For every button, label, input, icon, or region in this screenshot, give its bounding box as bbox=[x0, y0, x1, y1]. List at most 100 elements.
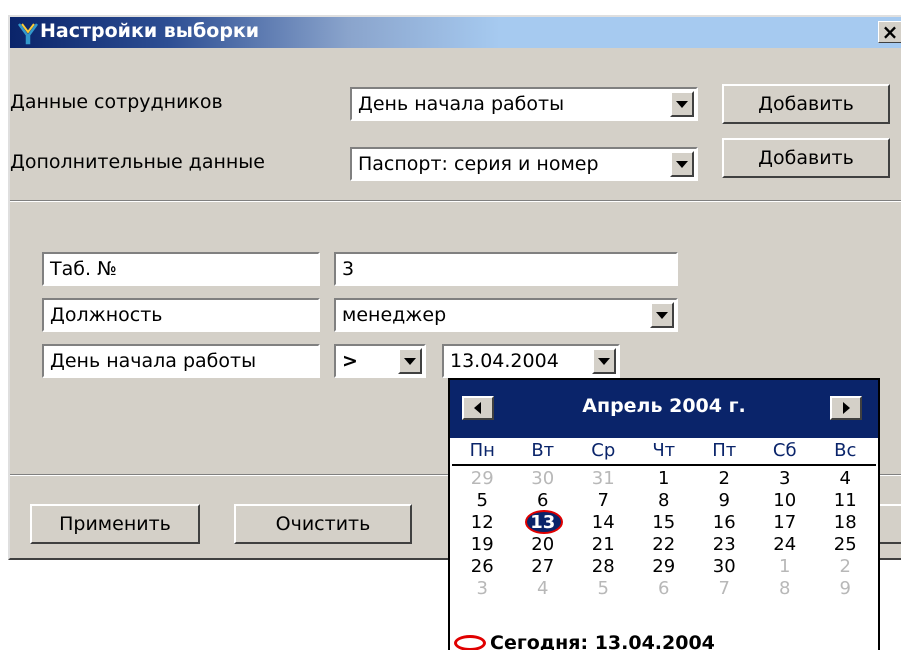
clear-button[interactable]: Очистить bbox=[234, 504, 412, 544]
calendar-day[interactable]: 15 bbox=[634, 512, 695, 534]
separator bbox=[10, 200, 901, 202]
start-day-label: День начала работы bbox=[42, 344, 320, 378]
weekday-label: Вт bbox=[531, 440, 555, 461]
apply-button[interactable]: Применить bbox=[30, 504, 200, 544]
employee-data-select[interactable]: День начала работы bbox=[350, 87, 698, 121]
operator-value: > bbox=[342, 350, 358, 372]
calendar-day[interactable]: 7 bbox=[573, 490, 634, 512]
calendar-month-title: Апрель 2004 г. bbox=[582, 395, 746, 417]
calendar-dropdown: Апрель 2004 г. Пн Вт Ср Чт Пт Сб Вс 29 30 31 1 2 3 4 5… bbox=[448, 378, 880, 650]
calendar-day[interactable]: 30 bbox=[694, 556, 755, 578]
calendar-day[interactable]: 2 bbox=[694, 468, 755, 490]
next-month-icon[interactable] bbox=[830, 396, 862, 420]
calendar-day[interactable]: 22 bbox=[634, 534, 695, 556]
chevron-down-icon[interactable] bbox=[592, 348, 616, 374]
calendar-day-outside[interactable]: 29 bbox=[452, 468, 513, 490]
calendar-day[interactable]: 25 bbox=[815, 534, 876, 556]
background-strip bbox=[0, 0, 901, 14]
calendar-day-outside[interactable]: 3 bbox=[452, 578, 513, 600]
calendar-day[interactable]: 6 bbox=[513, 490, 574, 512]
calendar-day[interactable]: 19 bbox=[452, 534, 513, 556]
position-value: менеджер bbox=[342, 304, 447, 326]
calendar-day[interactable]: 29 bbox=[634, 556, 695, 578]
today-link[interactable]: Сегодня: 13.04.2004 bbox=[454, 632, 715, 650]
calendar-week: 19 20 21 22 23 24 25 bbox=[452, 534, 876, 556]
chevron-down-icon[interactable] bbox=[650, 302, 674, 328]
add-extra-data-button[interactable]: Добавить bbox=[722, 138, 890, 178]
calendar-day-outside[interactable]: 31 bbox=[573, 468, 634, 490]
chevron-down-icon[interactable] bbox=[670, 151, 694, 177]
calendar-day[interactable]: 17 bbox=[755, 512, 816, 534]
calendar-day[interactable]: 27 bbox=[513, 556, 574, 578]
add-employee-data-button[interactable]: Добавить bbox=[722, 84, 890, 124]
extra-data-value: Паспорт: серия и номер bbox=[358, 153, 599, 175]
calendar-grid: Пн Вт Ср Чт Пт Сб Вс 29 30 31 1 2 3 4 5 6 7 8 9 10 11 12 13 14 1… bbox=[452, 440, 876, 600]
calendar-day[interactable]: 28 bbox=[573, 556, 634, 578]
chevron-down-icon[interactable] bbox=[670, 91, 694, 117]
calendar-day[interactable]: 20 bbox=[513, 534, 574, 556]
calendar-day-outside[interactable]: 4 bbox=[513, 578, 574, 600]
add-button-label: Добавить bbox=[758, 147, 854, 169]
position-select[interactable]: менеджер bbox=[334, 298, 678, 332]
position-label: Должность bbox=[42, 298, 320, 332]
calendar-day[interactable]: 26 bbox=[452, 556, 513, 578]
tab-no-input[interactable]: 3 bbox=[334, 252, 678, 286]
calendar-day[interactable]: 21 bbox=[573, 534, 634, 556]
calendar-header: Апрель 2004 г. bbox=[450, 380, 878, 438]
calendar-day-outside[interactable]: 9 bbox=[815, 578, 876, 600]
extra-data-label: Дополнительные данные bbox=[10, 151, 265, 173]
today-text: Сегодня: 13.04.2004 bbox=[490, 632, 715, 650]
title-bar[interactable]: Настройки выборки × bbox=[10, 17, 901, 48]
calendar-week: 3456789 bbox=[452, 578, 876, 600]
extra-data-select[interactable]: Паспорт: серия и номер bbox=[350, 147, 698, 181]
calendar-day-outside[interactable]: 7 bbox=[694, 578, 755, 600]
calendar-day[interactable]: 10 bbox=[755, 490, 816, 512]
calendar-day[interactable]: 13 bbox=[513, 512, 574, 534]
calendar-day[interactable]: 11 bbox=[815, 490, 876, 512]
date-value: 13.04.2004 bbox=[450, 350, 559, 372]
employee-data-label: Данные сотрудников bbox=[10, 91, 223, 113]
calendar-day-outside[interactable]: 1 bbox=[755, 556, 816, 578]
calendar-day[interactable]: 24 bbox=[755, 534, 816, 556]
today-circle-icon bbox=[454, 635, 486, 650]
operator-select[interactable]: > bbox=[334, 344, 426, 378]
calendar-day[interactable]: 9 bbox=[694, 490, 755, 512]
calendar-week: 5 6 7 8 9 10 11 bbox=[452, 490, 876, 512]
selected-day-number: 13 bbox=[530, 512, 556, 533]
calendar-day-outside[interactable]: 5 bbox=[573, 578, 634, 600]
calendar-day-outside[interactable]: 2 bbox=[815, 556, 876, 578]
weekday-label: Ср bbox=[591, 440, 616, 461]
weekday-label: Пн bbox=[469, 440, 495, 461]
calendar-day-outside[interactable]: 30 bbox=[513, 468, 574, 490]
calendar-week: 26 27 28 29 30 1 2 bbox=[452, 556, 876, 578]
calendar-day[interactable]: 12 bbox=[452, 512, 513, 534]
calendar-day-outside[interactable]: 8 bbox=[755, 578, 816, 600]
weekday-label: Чт bbox=[652, 440, 676, 461]
calendar-day[interactable]: 23 bbox=[694, 534, 755, 556]
tab-no-label: Таб. № bbox=[42, 252, 320, 286]
calendar-day[interactable]: 5 bbox=[452, 490, 513, 512]
close-button[interactable]: × bbox=[878, 21, 901, 43]
close-icon: × bbox=[881, 20, 899, 44]
calendar-day[interactable]: 14 bbox=[573, 512, 634, 534]
calendar-day[interactable]: 4 bbox=[815, 468, 876, 490]
calendar-day[interactable]: 18 bbox=[815, 512, 876, 534]
calendar-day[interactable]: 1 bbox=[634, 468, 695, 490]
weekday-header: Пн Вт Ср Чт Пт Сб Вс bbox=[452, 440, 876, 466]
weekday-label: Вс bbox=[834, 440, 857, 461]
chevron-down-icon[interactable] bbox=[398, 348, 422, 374]
calendar-week: 29 30 31 1 2 3 4 bbox=[452, 468, 876, 490]
calendar-day[interactable]: 3 bbox=[755, 468, 816, 490]
apply-button-label: Применить bbox=[59, 513, 171, 535]
app-icon bbox=[17, 23, 39, 45]
weekday-label: Сб bbox=[772, 440, 797, 461]
calendar-day[interactable]: 16 bbox=[694, 512, 755, 534]
employee-data-value: День начала работы bbox=[358, 93, 565, 115]
clear-button-label: Очистить bbox=[275, 513, 371, 535]
date-picker[interactable]: 13.04.2004 bbox=[442, 344, 620, 378]
calendar-day[interactable]: 8 bbox=[634, 490, 695, 512]
calendar-day-outside[interactable]: 6 bbox=[634, 578, 695, 600]
weekday-label: Пт bbox=[712, 440, 737, 461]
calendar-week: 12 13 14 15 16 17 18 bbox=[452, 512, 876, 534]
window-title: Настройки выборки bbox=[40, 20, 260, 42]
